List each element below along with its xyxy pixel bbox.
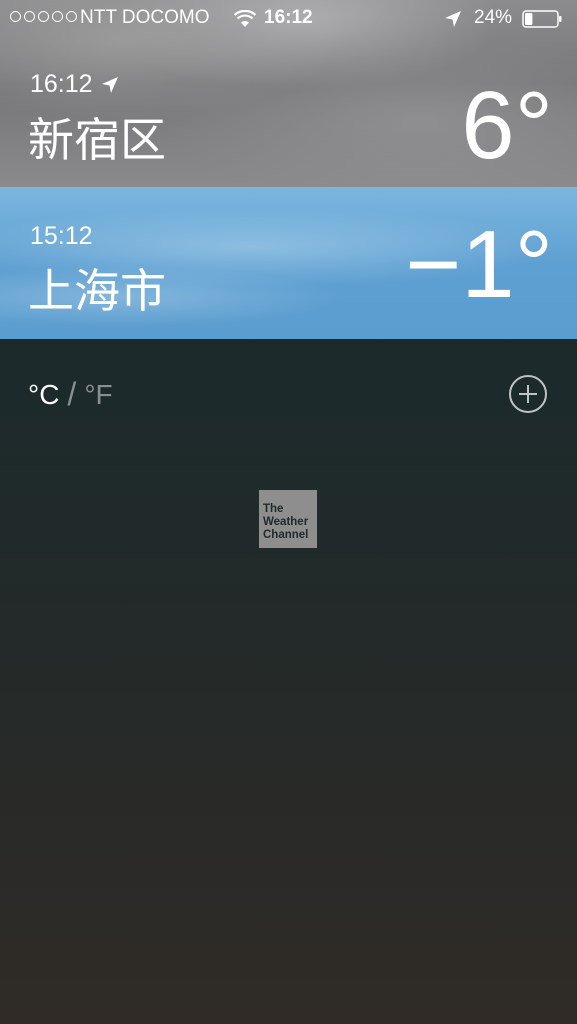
wifi-icon [234,10,256,27]
weather-channel-logo[interactable]: The Weather Channel [259,490,317,548]
celsius-option[interactable]: °C [28,379,59,411]
city-row-shanghai[interactable]: 15:12 上海市 −1° [0,187,577,339]
unit-toggle[interactable]: °C / °F [28,376,113,413]
signal-strength-icon [10,11,77,22]
status-time: 16:12 [264,7,313,28]
city-name: 上海市 [28,264,166,318]
city-local-time: 15:12 [30,222,93,250]
logo-line-2: Weather [263,516,309,528]
fahrenheit-option[interactable]: °F [84,379,112,411]
add-city-button[interactable] [509,375,547,413]
logo-line-1: The [263,503,284,515]
battery-icon [522,10,562,28]
city-temperature: −1° [405,211,553,318]
city-local-time: 16:12 [30,70,119,99]
status-bar: NTT DOCOMO 16:12 24% [0,0,577,38]
logo-line-3: Channel [263,529,309,541]
city-name: 新宿区 [28,113,166,167]
unit-separator: / [67,376,77,412]
city-temperature: 6° [461,72,553,179]
location-services-icon [445,11,461,27]
carrier-name: NTT DOCOMO [80,7,210,28]
battery-percentage: 24% [474,7,513,28]
current-location-icon [101,77,118,94]
city-time-text: 16:12 [30,70,93,98]
